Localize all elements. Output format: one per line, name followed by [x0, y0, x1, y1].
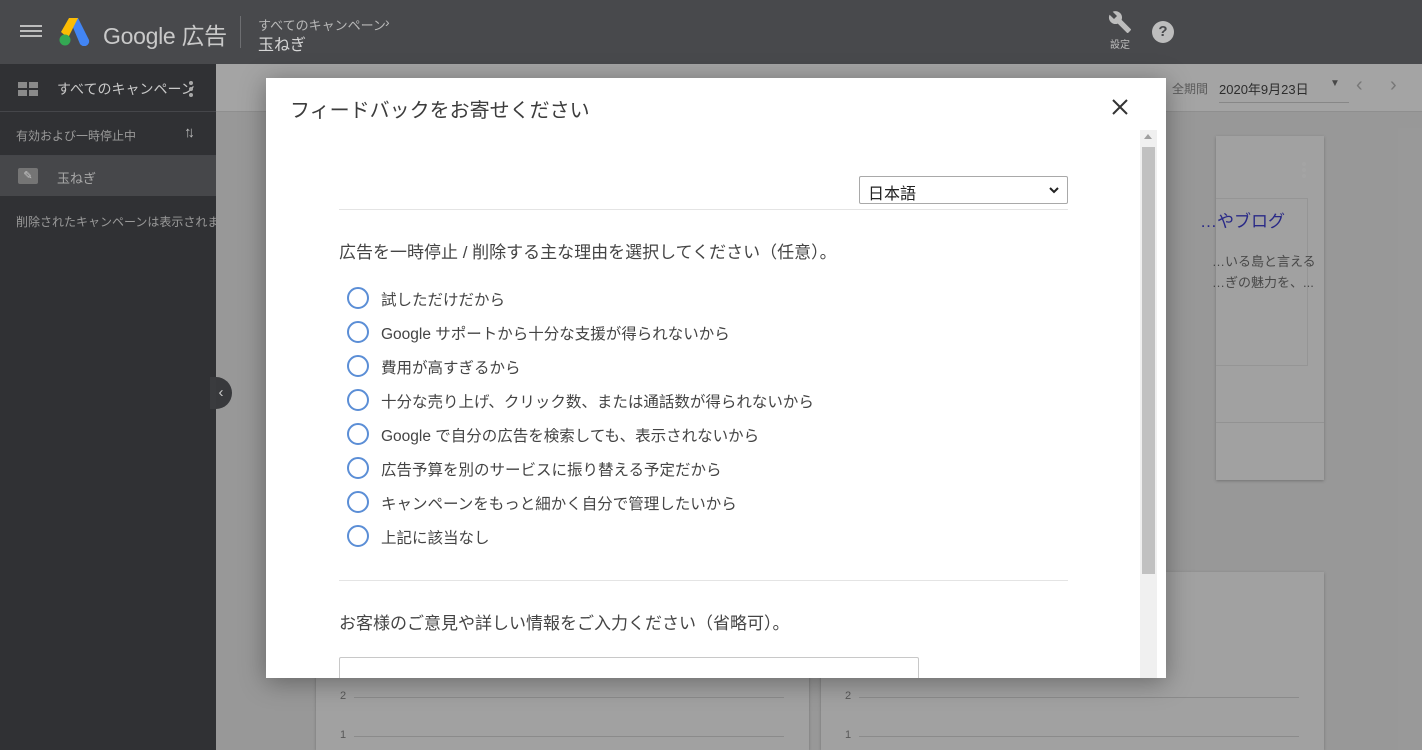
search-campaign-icon: ✎ [18, 168, 38, 184]
close-icon [1112, 99, 1128, 115]
menu-line [20, 35, 42, 37]
chevron-down-icon [1049, 187, 1059, 194]
chart-gridline: 1 [845, 729, 1299, 743]
scrollbar-thumb[interactable] [1142, 147, 1155, 574]
chart-gridline: 2 [340, 690, 784, 704]
ad-description-line: …いる島と言える [1212, 254, 1316, 269]
radio-button[interactable] [347, 321, 369, 343]
sidebar-item-label: 玉ねぎ [57, 171, 97, 186]
breadcrumb-chevron-icon: › [385, 14, 390, 30]
top-app-bar: Google 広告 すべてのキャンペーン › 玉ねぎ 設定 ? [0, 0, 1422, 64]
date-period-label: 全期間 [1172, 82, 1209, 96]
card-more-options-icon[interactable] [1302, 162, 1306, 180]
reason-label[interactable]: Google で自分の広告を検索しても、表示されないから [381, 424, 759, 446]
feedback-dialog: フィードバックをお寄せください 日本語 広告を一時停止 / 削除する主な理由を選… [266, 78, 1166, 678]
next-period-button[interactable]: › [1390, 74, 1397, 97]
dialog-scrollbar[interactable] [1140, 130, 1157, 678]
chart-gridline: 1 [340, 729, 784, 743]
radio-button[interactable] [347, 355, 369, 377]
reason-label[interactable]: 広告予算を別のサービスに振り替える予定だから [381, 458, 722, 480]
date-range-value[interactable]: 2020年9月23日 [1219, 79, 1309, 98]
comment-question: お客様のご意見や詳しい情報をご入力ください（省略可）。 [339, 614, 790, 633]
ad-headline[interactable]: …やブログ [1200, 207, 1285, 232]
radio-button[interactable] [347, 457, 369, 479]
sort-icon[interactable]: ↑↓ [184, 124, 195, 141]
gridline [859, 736, 1299, 737]
radio-button[interactable] [347, 287, 369, 309]
ad-description: …いる島と言える …ぎの魅力を、... [1212, 251, 1316, 293]
help-button[interactable]: ? [1152, 21, 1174, 43]
hamburger-menu-button[interactable] [20, 22, 42, 42]
sidebar-filter: 有効および一時停止中 ↑↓ [0, 112, 216, 156]
ad-preview-card: …やブログ …いる島と言える …ぎの魅力を、... [1200, 136, 1324, 480]
dialog-body: 日本語 広告を一時停止 / 削除する主な理由を選択してください（任意）。 試した… [266, 130, 1140, 678]
date-underline [1219, 102, 1349, 103]
campaign-sidebar: すべてのキャンペーン 有効および一時停止中 ↑↓ ✎ 玉ねぎ 削除されたキャンペ… [0, 64, 216, 750]
settings-button[interactable]: 設定 [1103, 10, 1137, 54]
ad-preview: …やブログ …いる島と言える …ぎの魅力を、... [1200, 198, 1316, 366]
google-ads-logo-icon [59, 18, 90, 46]
close-button[interactable] [1108, 95, 1132, 119]
all-campaigns-grid-icon [18, 82, 38, 96]
menu-line [20, 25, 42, 27]
wrench-icon [1108, 11, 1131, 33]
gridline [354, 736, 784, 737]
section-divider [339, 209, 1068, 210]
date-dropdown-icon[interactable]: ▼ [1330, 78, 1340, 89]
section-divider [339, 580, 1068, 581]
reason-label[interactable]: 費用が高すぎるから [381, 356, 521, 378]
brand-divider [240, 16, 241, 48]
reason-label[interactable]: 上記に該当なし [381, 526, 490, 548]
y-tick-label: 2 [340, 690, 347, 702]
radio-button[interactable] [347, 525, 369, 547]
reason-label[interactable]: 十分な売り上げ、クリック数、または通話数が得られないから [381, 390, 814, 412]
language-selected-value: 日本語 [868, 186, 917, 203]
status-filter-label[interactable]: 有効および一時停止中 [16, 127, 136, 144]
menu-line [20, 30, 42, 32]
product-name[interactable]: Google 広告 [103, 17, 227, 51]
scroll-up-arrow-icon[interactable] [1144, 134, 1152, 139]
y-tick-label: 1 [340, 729, 347, 741]
breadcrumb-current: 玉ねぎ [258, 37, 307, 54]
gridline [859, 697, 1299, 698]
previous-period-button[interactable]: ‹ [1356, 74, 1363, 97]
sidebar-item-campaign[interactable]: ✎ 玉ねぎ [0, 156, 216, 196]
reason-label[interactable]: 試しただけだから [381, 288, 505, 310]
sidebar-more-options-icon[interactable] [189, 81, 193, 99]
reason-label[interactable]: キャンペーンをもっと細かく自分で管理したいから [381, 492, 737, 514]
sidebar-header: すべてのキャンペーン [0, 64, 216, 112]
sidebar-title[interactable]: すべてのキャンペーン [57, 79, 195, 99]
deleted-campaigns-note: 削除されたキャンペーンは表示されません [16, 215, 216, 229]
ad-description-line: …ぎの魅力を、... [1212, 275, 1314, 290]
y-tick-label: 2 [845, 690, 852, 702]
reason-question: 広告を一時停止 / 削除する主な理由を選択してください（任意）。 [339, 243, 837, 262]
gridline [354, 697, 784, 698]
y-tick-label: 1 [845, 729, 852, 741]
radio-button[interactable] [347, 423, 369, 445]
dialog-title: フィードバックをお寄せください [290, 100, 590, 122]
feedback-comment-input[interactable] [339, 657, 919, 678]
reason-label[interactable]: Google サポートから十分な支援が得られないから [381, 322, 730, 344]
radio-button[interactable] [347, 389, 369, 411]
card-footer-divider [1216, 422, 1324, 423]
radio-button[interactable] [347, 491, 369, 513]
settings-label: 設定 [1110, 40, 1130, 51]
language-select[interactable]: 日本語 [859, 176, 1068, 204]
chart-gridline: 2 [845, 690, 1299, 704]
